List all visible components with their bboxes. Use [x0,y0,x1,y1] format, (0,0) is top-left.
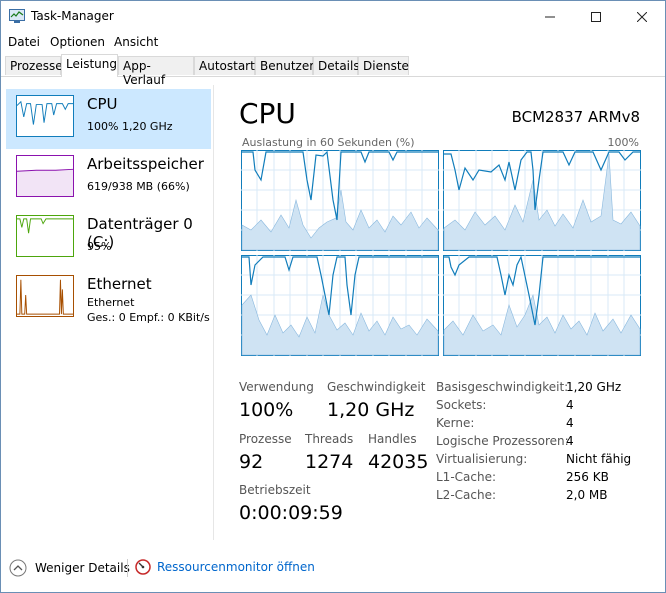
core-graph-4 [443,255,641,356]
cpu-model: BCM2837 ARMv8 [511,108,640,126]
info-value-base-speed: 1,20 GHz [566,380,622,394]
task-manager-icon [9,9,25,23]
footer-divider [127,559,128,577]
info-label-virtualization: Virtualisierung: [436,452,528,466]
close-button[interactable] [619,1,665,32]
threads-label: Threads [305,432,354,446]
tab-performance[interactable]: Leistung [61,54,118,77]
cpu-thumbnail [16,95,74,137]
tab-processes[interactable]: Prozesse [5,56,63,75]
tab-details[interactable]: Details [313,56,360,75]
menu-file[interactable]: Datei [8,35,40,49]
window-title: Task-Manager [31,9,114,23]
disk-thumbnail [16,215,74,257]
threads-value: 1274 [305,451,354,473]
title-bar[interactable]: Task-Manager [1,1,665,32]
tab-users[interactable]: Benutzer [255,56,314,75]
menu-view[interactable]: Ansicht [114,35,158,49]
fewer-details-button[interactable]: Weniger Details [9,559,130,577]
core-graph-3 [241,255,439,356]
resource-disk[interactable]: Datenträger 0 (C:) 95% [6,209,211,269]
footer: Weniger Details Ressourcenmonitor öffnen [1,549,665,589]
menu-bar: Datei Optionen Ansicht [1,32,665,52]
maximize-button[interactable] [573,1,619,32]
memory-summary: 619/938 MB (66%) [87,180,190,193]
menu-options[interactable]: Optionen [50,35,105,49]
disk-summary: 95% [87,240,112,253]
core-graph-2 [443,150,641,251]
handles-label: Handles [368,432,417,446]
info-value-l2-cache: 2,0 MB [566,488,608,502]
utilization-value: 100% [239,399,294,421]
processes-label: Prozesse [239,432,292,446]
tab-bar: Prozesse Leistung App-Verlauf Autostart … [1,54,665,87]
info-value-virtualization: Nicht fähig [566,452,632,466]
info-value-l1-cache: 256 KB [566,470,609,484]
page-title: CPU [239,97,296,130]
graph-max-label: 100% [607,136,639,149]
tab-app-history[interactable]: App-Verlauf [118,56,194,87]
info-value-sockets: 4 [566,398,574,412]
speed-label: Geschwindigkeit [327,380,426,394]
info-label-l1-cache: L1-Cache: [436,470,497,484]
tab-startup[interactable]: Autostart [194,56,255,75]
cpu-summary: 100% 1,20 GHz [87,120,173,133]
task-manager-window: Task-Manager Datei Optionen Ansicht Proz… [0,0,666,593]
graph-caption: Auslastung in 60 Sekunden (%) [242,136,415,149]
processes-value: 92 [239,451,264,473]
info-label-logical-processors: Logische Prozessoren: [436,434,569,448]
resource-list: CPU 100% 1,20 GHz Arbeitsspeicher 619/93… [1,85,214,540]
speed-value: 1,20 GHz [327,399,415,421]
minimize-button[interactable] [527,1,573,32]
minimize-icon [545,16,555,17]
info-label-cores: Kerne: [436,416,475,430]
core-graph-1 [241,150,439,251]
ethernet-thumbnail [16,275,74,317]
info-label-l2-cache: L2-Cache: [436,488,497,502]
memory-label: Arbeitsspeicher [87,155,204,173]
resource-ethernet[interactable]: Ethernet Ethernet Ges.: 0 Empf.: 0 KBit/… [6,269,211,329]
tab-services[interactable]: Dienste [358,56,409,75]
handles-value: 42035 [368,451,429,473]
memory-thumbnail [16,155,74,197]
ethernet-throughput: Ges.: 0 Empf.: 0 KBit/s [87,311,210,324]
close-icon [637,11,647,22]
utilization-label: Verwendung [239,380,314,394]
maximize-icon [591,11,601,22]
uptime-value: 0:00:09:59 [239,502,343,524]
info-value-logical-processors: 4 [566,434,574,448]
resource-monitor-label: Ressourcenmonitor öffnen [157,560,315,574]
resource-monitor-link[interactable]: Ressourcenmonitor öffnen [135,559,315,575]
ethernet-adapter: Ethernet [87,296,135,309]
info-value-cores: 4 [566,416,574,430]
info-label-base-speed: Basisgeschwindigkeit: [436,380,569,394]
ethernet-label: Ethernet [87,275,152,293]
resource-memory[interactable]: Arbeitsspeicher 619/938 MB (66%) [6,149,211,209]
uptime-label: Betriebszeit [239,483,311,497]
cpu-graphs [241,150,641,356]
chevron-up-circle-icon [9,559,27,577]
resource-monitor-icon [135,559,151,575]
resource-cpu[interactable]: CPU 100% 1,20 GHz [6,89,211,149]
cpu-label: CPU [87,95,118,113]
info-label-sockets: Sockets: [436,398,487,412]
fewer-details-label: Weniger Details [35,561,130,575]
